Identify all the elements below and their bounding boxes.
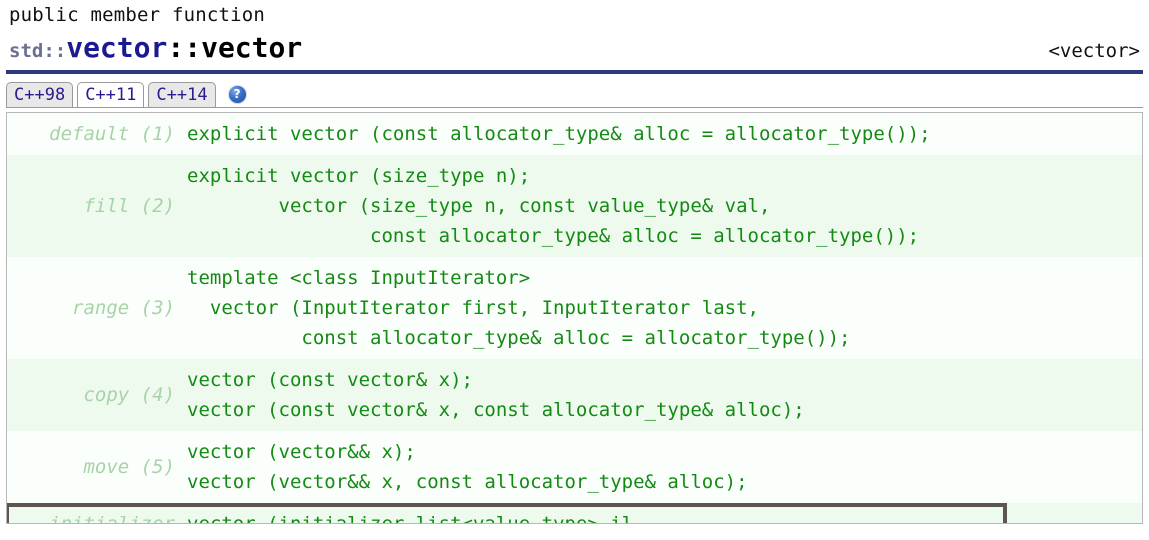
overload-label: fill (2) xyxy=(83,195,175,217)
tab-cpp11[interactable]: C++11 xyxy=(77,82,145,107)
overload-label: copy (4) xyxy=(83,384,175,406)
table-row: range (3) template <class InputIterator>… xyxy=(7,257,1142,359)
reference-page: public member function std::vector::vect… xyxy=(0,0,1149,540)
overload-label: initializer list (6) xyxy=(49,512,175,524)
table-row: initializer list (6) vector (initializer… xyxy=(7,503,1142,524)
help-icon[interactable]: ? xyxy=(227,85,247,104)
signature-row-wrap-3: copy (4) vector (const vector& x); vecto… xyxy=(7,359,1142,431)
page-title: std::vector::vector xyxy=(9,30,302,69)
title-separator-1: :: xyxy=(43,40,67,62)
overload-signature: explicit vector (const allocator_type& a… xyxy=(187,123,931,145)
page-title-row: std::vector::vector <vector> xyxy=(6,30,1143,66)
standard-version-tabs: C++98 C++11 C++14 ? xyxy=(6,74,1143,108)
signature-row-wrap-1: fill (2) explicit vector (size_type n); … xyxy=(7,155,1142,257)
table-row: default (1) explicit vector (const alloc… xyxy=(7,113,1142,155)
signature-row-wrap-4: move (5) vector (vector&& x); vector (ve… xyxy=(7,431,1142,503)
signature-row-wrap-0: default (1) explicit vector (const alloc… xyxy=(7,113,1142,155)
table-row: fill (2) explicit vector (size_type n); … xyxy=(7,155,1142,257)
overload-label: range (3) xyxy=(72,297,175,319)
tab-cpp14[interactable]: C++14 xyxy=(148,82,216,107)
header-file-label: <vector> xyxy=(1048,40,1140,62)
tab-cpp98[interactable]: C++98 xyxy=(6,82,74,107)
overload-signature: vector (const vector& x); vector (const … xyxy=(187,369,805,421)
title-namespace: std xyxy=(9,40,44,62)
signature-row-wrap-5: initializer list (6) vector (initializer… xyxy=(7,503,1142,524)
title-function-name: vector xyxy=(201,31,303,64)
overload-signature: vector (vector&& x); vector (vector&& x,… xyxy=(187,441,748,493)
signature-row-wrap-2: range (3) template <class InputIterator>… xyxy=(7,257,1142,359)
overload-signature: template <class InputIterator> vector (I… xyxy=(187,267,851,349)
title-class-name: vector xyxy=(66,31,168,64)
overload-signature: explicit vector (size_type n); vector (s… xyxy=(187,165,920,247)
overload-label: move (5) xyxy=(83,456,175,478)
page-kind-label: public member function xyxy=(9,4,266,26)
table-row: move (5) vector (vector&& x); vector (ve… xyxy=(7,431,1142,503)
overload-label: default (1) xyxy=(49,123,175,145)
overload-signature: vector (initializer_list<value_type> il,… xyxy=(187,512,645,524)
title-separator-2: :: xyxy=(167,31,202,64)
signature-code-block: default (1) explicit vector (const alloc… xyxy=(6,112,1143,524)
table-row: copy (4) vector (const vector& x); vecto… xyxy=(7,359,1142,431)
